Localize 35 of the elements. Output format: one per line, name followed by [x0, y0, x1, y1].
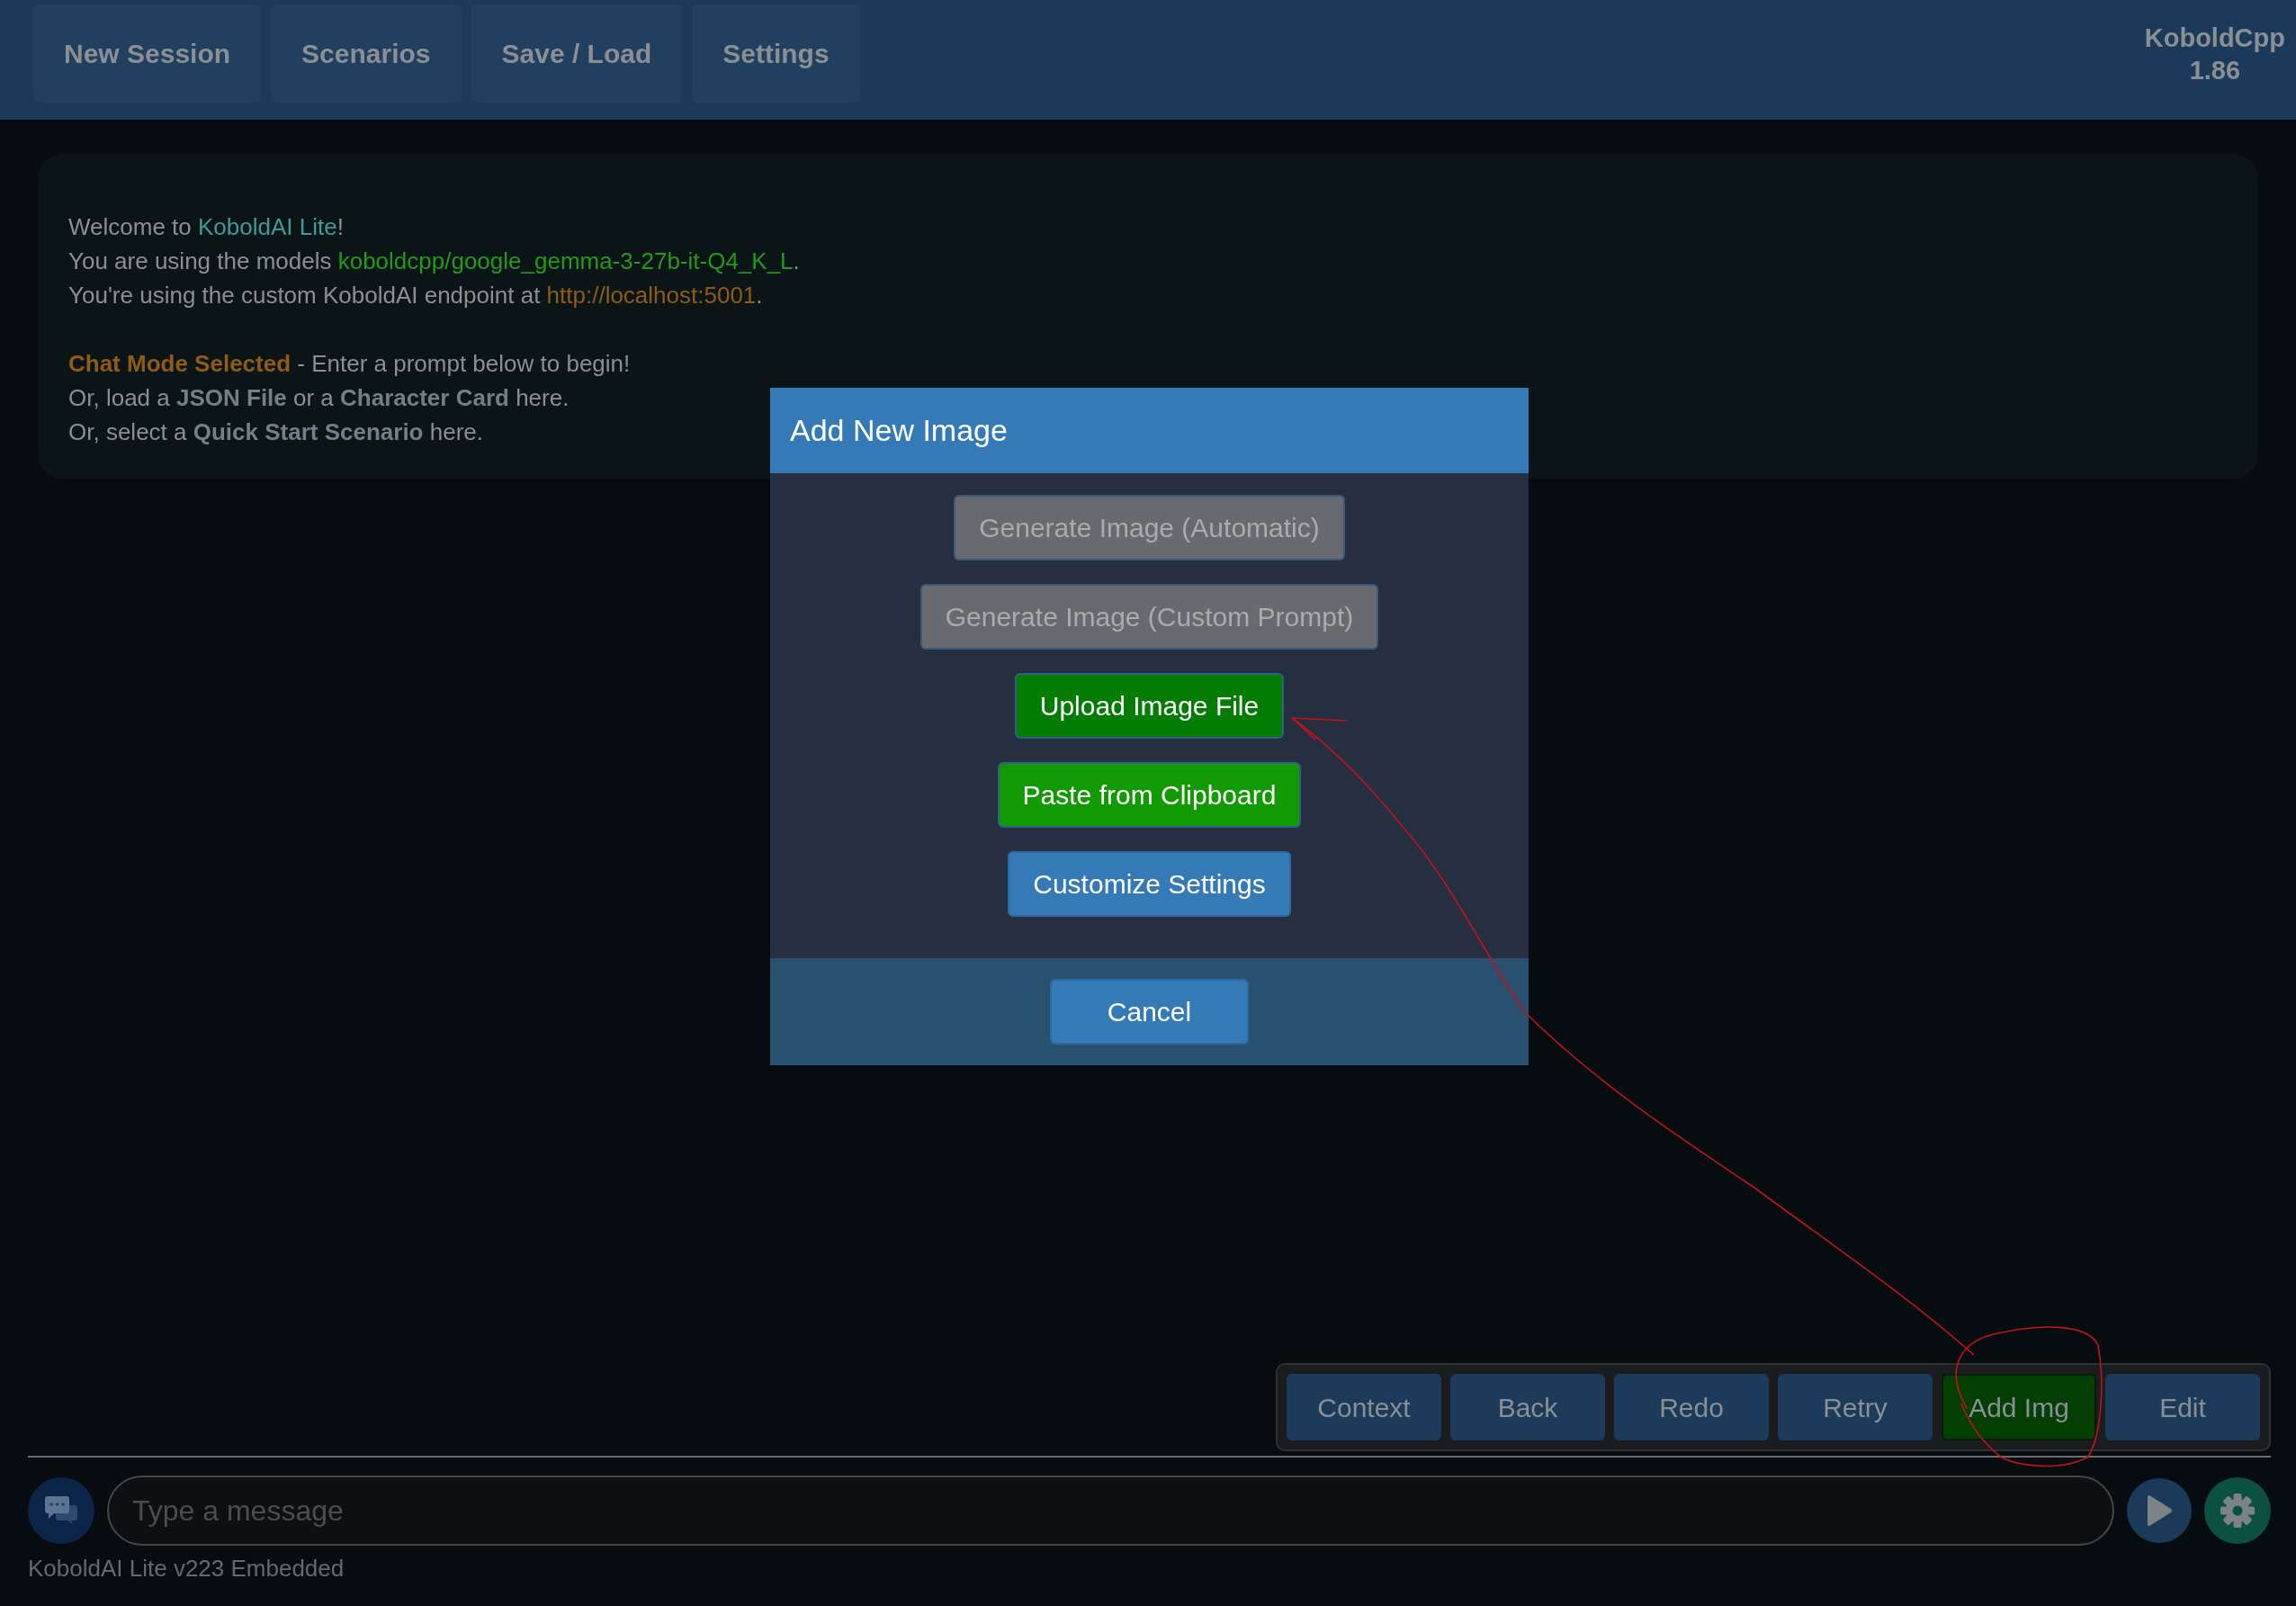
play-icon — [2146, 1494, 2173, 1527]
link[interactable]: Character Card — [340, 384, 509, 411]
link[interactable]: JSON File — [175, 384, 287, 411]
app-name: KoboldCpp — [2144, 22, 2285, 54]
app-version: 1.86 — [2189, 55, 2241, 86]
action-button[interactable]: Redo — [1614, 1374, 1769, 1440]
welcome-line: You're using the custom KoboldAI endpoint at http://localhost:5001. — [68, 281, 763, 310]
nav-tab[interactable]: New Session — [33, 4, 262, 103]
action-button[interactable]: Add Img — [1942, 1374, 2096, 1440]
cancel-button[interactable]: Cancel — [1050, 979, 1249, 1045]
welcome-line: Welcome to KoboldAI Lite! — [68, 212, 344, 242]
nav-tab[interactable]: Save / Load — [471, 4, 683, 103]
dialog-button[interactable]: Paste from Clipboard — [997, 762, 1302, 828]
action-button[interactable]: Back — [1450, 1374, 1605, 1440]
welcome-line: Or, select a Quick Start Scenario here. — [68, 417, 483, 447]
message-input[interactable]: Type a message — [107, 1476, 2114, 1546]
link[interactable]: KoboldAI Lite — [198, 213, 337, 240]
nav-tab[interactable]: Settings — [692, 4, 860, 103]
url-link[interactable]: http://localhost:5001 — [546, 282, 757, 309]
action-button[interactable]: Edit — [2105, 1374, 2260, 1440]
model-link[interactable]: koboldcpp/google_gemma-3-27b-it-Q4_K_L — [337, 247, 794, 274]
action-button[interactable]: Context — [1287, 1374, 1441, 1440]
chat-bubbles-icon — [43, 1494, 79, 1527]
version-label: KoboldAI Lite v223 Embedded — [28, 1555, 345, 1582]
nav-tab[interactable]: Scenarios — [271, 4, 462, 103]
welcome-line: Or, load a JSON File or a Character Card here. — [68, 383, 570, 413]
welcome-line: Chat Mode Selected - Enter a prompt below to begin! — [68, 349, 631, 379]
dialog-button[interactable]: Upload Image File — [1014, 673, 1285, 739]
dialog-title: Add New Image — [790, 412, 1008, 449]
link[interactable]: Quick Start Scenario — [193, 418, 424, 445]
welcome-line: You are using the models koboldcpp/google_gemma-3-27b-it-Q4_K_L. — [68, 247, 800, 276]
settings-icon — [2220, 1493, 2256, 1529]
dialog-button[interactable]: Customize Settings — [1008, 851, 1291, 917]
mode-link[interactable]: Chat Mode Selected — [68, 350, 291, 377]
action-button[interactable]: Retry — [1778, 1374, 1933, 1440]
